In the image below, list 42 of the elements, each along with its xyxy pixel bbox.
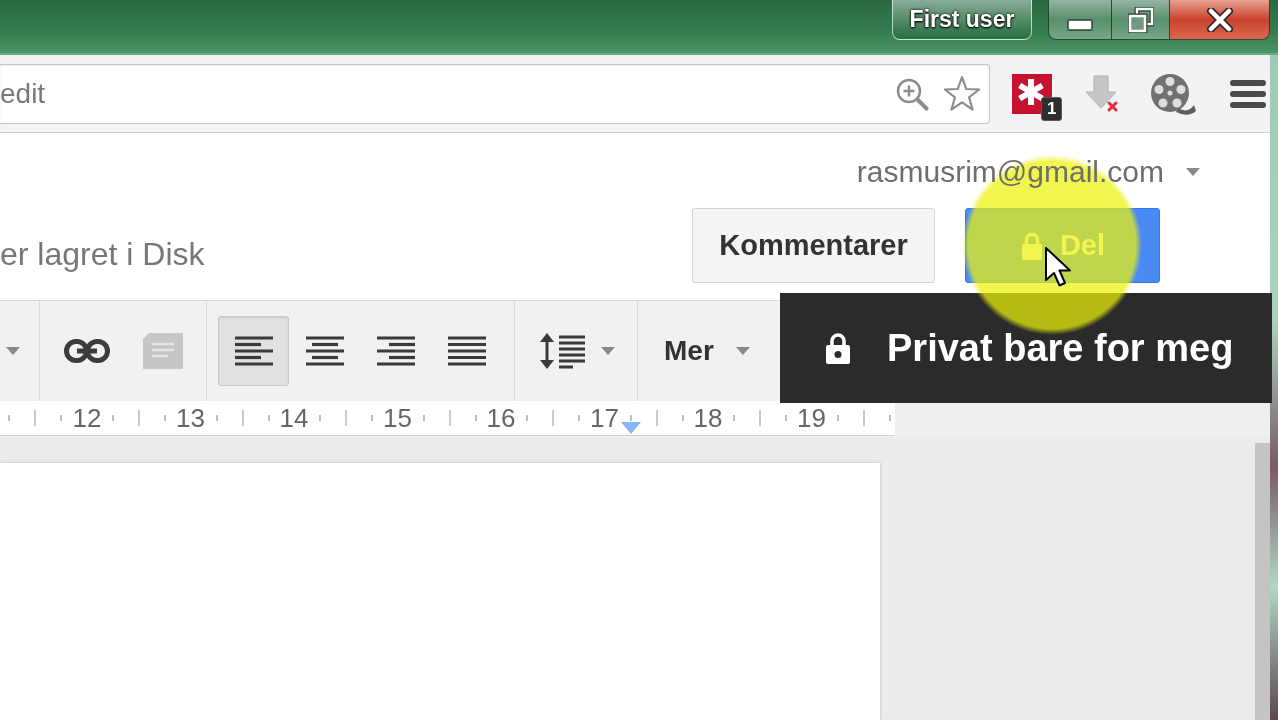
ruler-number: 19 [797,403,826,433]
star-icon[interactable] [943,76,981,111]
scrollbar[interactable] [1255,443,1270,720]
minimize-icon [1067,18,1093,31]
address-bar[interactable]: edit [0,63,990,124]
caret-icon [735,347,750,355]
count-badge: 1 [1041,96,1063,121]
film-reel-icon[interactable] [1150,71,1196,116]
link-icon[interactable] [64,339,110,363]
lock-icon [1019,230,1044,261]
close-button[interactable] [1170,0,1270,40]
line-spacing-icon [539,332,587,370]
save-status: er lagret i Disk [0,235,205,273]
menu-icon[interactable] [1230,78,1266,109]
ruler-number: 16 [486,403,516,433]
ruler-number: 13 [176,403,205,433]
justify-icon [446,335,487,367]
align-left-icon [233,335,274,367]
ruler-number: 12 [72,403,102,433]
restore-button[interactable] [1112,0,1170,40]
close-icon [1205,7,1234,32]
more-button[interactable]: Mer [664,335,750,367]
ruler-number: 18 [693,403,723,433]
align-right-icon [375,335,416,367]
ruler-number: 14 [279,403,309,433]
align-left-button[interactable] [218,316,289,386]
lock-icon [825,331,851,365]
indent-marker-icon[interactable] [621,422,641,434]
line-spacing-button[interactable] [539,332,615,370]
caret-icon[interactable] [6,347,20,355]
minimize-button[interactable] [1048,0,1112,40]
align-center-icon [304,335,345,367]
caret-icon [1186,168,1200,176]
ruler-number: 15 [383,403,412,433]
caret-icon [601,347,615,355]
zoom-icon[interactable] [895,76,929,111]
tooltip-text: Privat bare for meg [887,326,1234,370]
ruler-number: 17 [590,403,619,433]
restore-icon [1127,6,1154,33]
address-field[interactable]: edit [0,73,895,114]
profile-button[interactable]: First user [892,0,1032,40]
comments-button[interactable]: Kommentarer [692,208,935,283]
